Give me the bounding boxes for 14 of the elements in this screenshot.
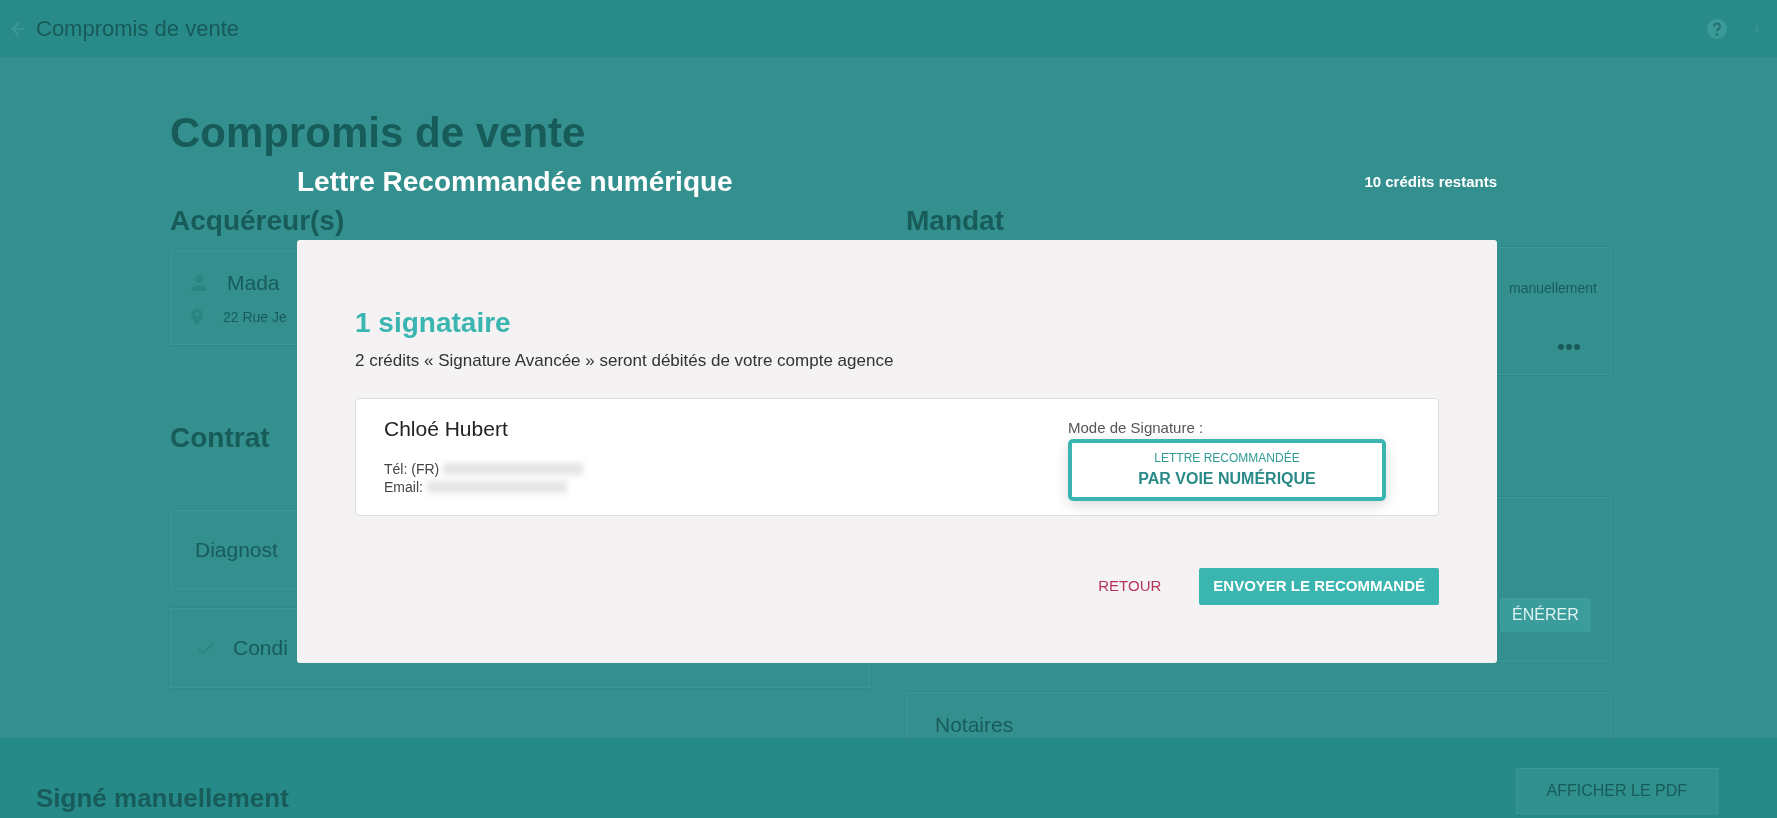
signature-mode-button[interactable]: LETTRE RECOMMANDÉE PAR VOIE NUMÉRIQUE xyxy=(1068,439,1386,501)
back-button[interactable]: RETOUR xyxy=(1092,574,1168,599)
generate-button[interactable]: ÉNÉRER xyxy=(1500,598,1591,632)
phone-label: Tél: (FR) xyxy=(384,460,440,478)
help-icon[interactable] xyxy=(1705,16,1729,41)
credits-remaining: 10 crédits restants xyxy=(1364,171,1497,192)
debit-notice: 2 crédits « Signature Avancée » seront débités de votre compte agence xyxy=(355,350,895,372)
signer-name: Chloé Hubert xyxy=(384,415,509,442)
dialog-title: Lettre Recommandée numérique xyxy=(297,165,733,199)
email-label: Email: xyxy=(384,478,423,496)
send-button[interactable]: ENVOYER LE RECOMMANDÉ xyxy=(1199,568,1439,605)
signer-count: 1 signataire xyxy=(355,306,512,340)
more-horizontal-icon[interactable] xyxy=(1557,343,1581,351)
signature-mode-label: Mode de Signature : xyxy=(1068,417,1205,438)
